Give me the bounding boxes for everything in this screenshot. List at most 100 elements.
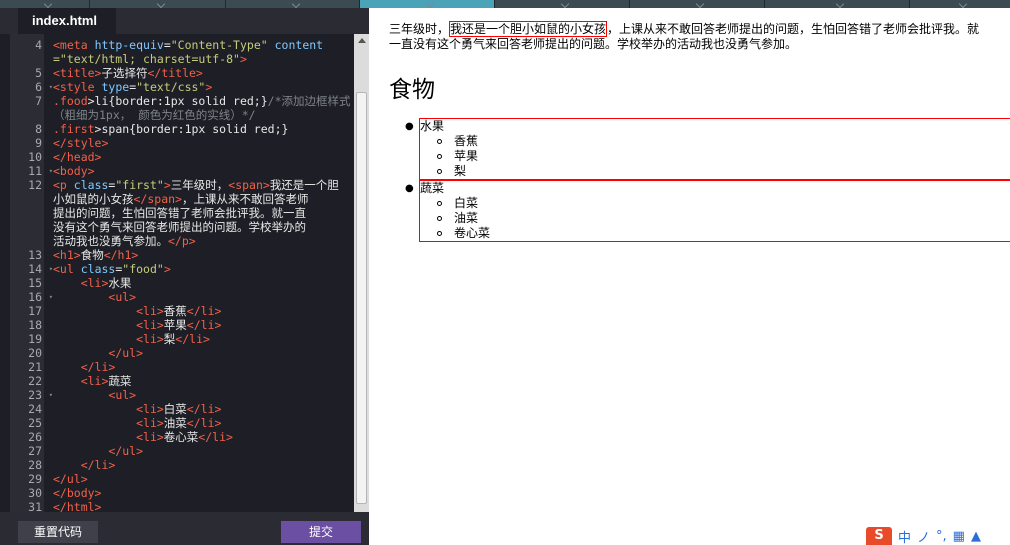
code-text: （粗细为1px， 颜色为红色的实线）*/ — [53, 108, 256, 122]
strip-tab[interactable] — [90, 0, 226, 8]
code-line[interactable]: 30 </body> — [10, 486, 354, 500]
scroll-up-arrow-icon[interactable] — [358, 38, 366, 43]
punctuation-icon[interactable]: °, — [936, 529, 947, 544]
code-line[interactable]: 29 </ul> — [10, 472, 354, 486]
code-line[interactable]: 10 </head> — [10, 150, 354, 164]
code-line[interactable]: 13 <h1>食物</h1> — [10, 248, 354, 262]
browser-tab-strip — [0, 0, 1010, 8]
strip-tab[interactable] — [765, 0, 910, 8]
code-text: <li>卷心菜</li> — [136, 430, 233, 444]
fold-arrow-icon[interactable]: ▾ — [49, 388, 53, 402]
line-number — [10, 220, 44, 234]
code-line[interactable]: 24 <li>白菜</li> — [10, 402, 354, 416]
user-icon[interactable]: ▲ — [971, 529, 981, 544]
strip-tab[interactable] — [495, 0, 630, 8]
food-category-item: ● 蔬菜 白菜 油菜 卷心菜 — [405, 180, 1010, 242]
fold-arrow-icon[interactable]: ▾ — [49, 80, 53, 94]
line-number: 20 — [28, 346, 42, 360]
code-line[interactable]: 提出的问题，生怕回答错了老师会批评我。就一直 — [10, 206, 354, 220]
code-line[interactable]: 19 <li>梨</li> — [10, 332, 354, 346]
fold-arrow-icon[interactable]: ▾ — [49, 164, 53, 178]
strip-tab[interactable] — [0, 0, 90, 8]
system-tray: S 中 ノ °, ▦ ▲ — [866, 527, 981, 545]
line-number: 7 — [35, 94, 42, 108]
code-line[interactable]: 17 <li>香蕉</li> — [10, 304, 354, 318]
code-line[interactable]: 23 ▾ <ul> — [10, 388, 354, 402]
strip-tab[interactable] — [630, 0, 765, 8]
code-line[interactable]: 11 ▾ <body> — [10, 164, 354, 178]
line-number: 4 — [35, 38, 42, 52]
fold-arrow-icon[interactable]: ▾ — [49, 290, 53, 304]
code-text: </head> — [53, 150, 102, 164]
bordered-span: 我还是一个胆小如鼠的小女孩 — [449, 21, 608, 37]
line-number: 16 ▾ — [28, 290, 53, 304]
code-line[interactable]: 15 <li>水果 — [10, 276, 354, 290]
para-text-after: ，上课从来不敢回答老师提出的问题，生怕回答错了老师会批评我。就 — [607, 22, 980, 36]
code-line[interactable]: 4 <meta http-equiv="Content-Type" content — [10, 38, 354, 52]
code-line[interactable]: 22 <li>蔬菜 — [10, 374, 354, 388]
line-number — [10, 52, 44, 66]
code-line[interactable]: 26 <li>卷心菜</li> — [10, 430, 354, 444]
reset-code-button[interactable]: 重置代码 — [18, 521, 98, 543]
preview-pane: 三年级时，我还是一个胆小如鼠的小女孩，上课从来不敢回答老师提出的问题，生怕回答错… — [369, 8, 1010, 545]
code-area[interactable]: 4 <meta http-equiv="Content-Type" content… — [10, 38, 354, 514]
code-line[interactable]: 7 .food>li{border:1px solid red;}/*添加边框样式 — [10, 94, 354, 108]
code-line[interactable]: 没有这个勇气来回答老师提出的问题。学校举办的 — [10, 220, 354, 234]
line-number: 8 — [35, 122, 42, 136]
code-line[interactable]: 20 </ul> — [10, 346, 354, 360]
code-line[interactable]: 5 <title>子选择符</title> — [10, 66, 354, 80]
code-line[interactable]: 活动我也没勇气参加。</p> — [10, 234, 354, 248]
code-text: </body> — [53, 486, 102, 500]
code-line[interactable]: 21 </li> — [10, 360, 354, 374]
code-line[interactable]: 12 <p class="first">三年级时，<span>我还是一个胆 — [10, 178, 354, 192]
submit-button[interactable]: 提交 — [281, 521, 361, 543]
para-text-line2: 一直没有这个勇气来回答老师提出的问题。学校举办的活动我也没勇气参加。 — [389, 37, 798, 51]
editor-scrollbar[interactable] — [354, 34, 369, 512]
line-number: 12 — [28, 178, 42, 192]
food-sub-item: 梨 — [420, 164, 1010, 179]
file-tab[interactable]: index.html — [18, 8, 116, 34]
strip-tab[interactable] — [226, 0, 360, 8]
moon-icon[interactable]: ノ — [917, 527, 930, 545]
code-line[interactable]: 6 ▾ <style type="text/css"> — [10, 80, 354, 94]
strip-tab[interactable] — [910, 0, 1010, 8]
code-text: ="text/html; charset=utf-8"> — [53, 52, 247, 66]
food-category-item: ● 水果 香蕉 苹果梨 — [405, 118, 1010, 180]
code-text: <ul class="food"> — [53, 262, 171, 276]
code-line[interactable]: 27 </ul> — [10, 444, 354, 458]
code-text: </li> — [80, 458, 116, 472]
preview-heading: 食物 — [389, 77, 435, 103]
editor-actions: 重置代码 提交 — [0, 512, 369, 545]
code-line[interactable]: 25 <li>油菜</li> — [10, 416, 354, 430]
line-number — [10, 234, 44, 248]
strip-tab-active[interactable] — [360, 0, 495, 8]
code-line[interactable]: 14 ▾ <ul class="food"> — [10, 262, 354, 276]
line-number: 28 — [28, 458, 42, 472]
line-number: 17 — [28, 304, 42, 318]
code-text: </li> — [80, 360, 116, 374]
line-number: 9 — [35, 136, 42, 150]
chinese-input-icon[interactable]: 中 — [898, 527, 911, 545]
code-line[interactable]: 18 <li>苹果</li> — [10, 318, 354, 332]
code-line[interactable]: （粗细为1px， 颜色为红色的实线）*/ — [10, 108, 354, 122]
code-line[interactable]: 16 ▾ <ul> — [10, 290, 354, 304]
line-number: 26 — [28, 430, 42, 444]
code-line[interactable]: 9 </style> — [10, 136, 354, 150]
editor-tab-bar: index.html — [0, 8, 369, 34]
code-text: <meta http-equiv="Content-Type" content — [53, 38, 324, 52]
keyboard-icon[interactable]: ▦ — [953, 529, 965, 544]
scroll-thumb[interactable] — [356, 92, 367, 504]
food-sub-item: 苹果 — [420, 149, 1010, 164]
code-line[interactable]: 28 </li> — [10, 458, 354, 472]
code-editor: index.html 4 <meta http-equiv="Content-Ty… — [0, 8, 369, 545]
code-text: <ul> — [108, 290, 137, 304]
code-line[interactable]: 小如鼠的小女孩</span>，上课从来不敢回答老师 — [10, 192, 354, 206]
code-line[interactable]: ="text/html; charset=utf-8"> — [10, 52, 354, 66]
ime-logo-icon[interactable]: S — [866, 527, 892, 545]
code-text: <h1>食物</h1> — [53, 248, 139, 262]
fold-arrow-icon[interactable]: ▾ — [49, 262, 53, 276]
code-line[interactable]: 8 .first>span{border:1px solid red;} — [10, 122, 354, 136]
code-text: <li>蔬菜 — [80, 374, 132, 388]
circle-bullet-icon — [437, 216, 442, 221]
food-category-label: 水果 — [420, 119, 445, 133]
